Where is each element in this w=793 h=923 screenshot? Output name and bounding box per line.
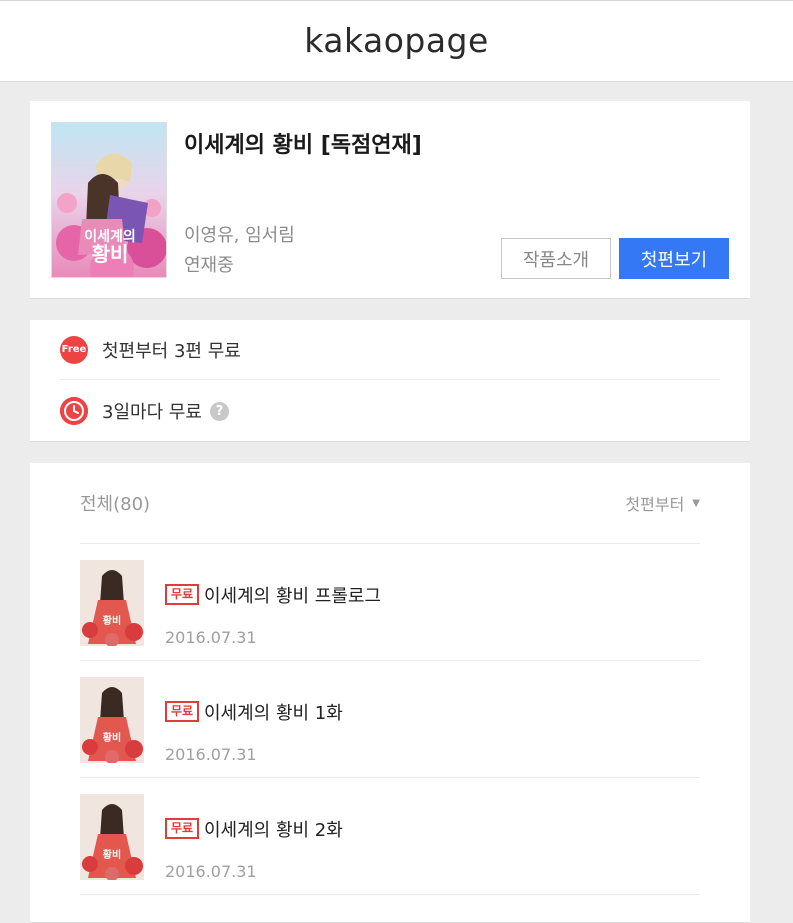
svg-text:황비: 황비 — [103, 848, 121, 861]
episode-title: 이세계의 황비 1화 — [204, 703, 343, 724]
work-title: 이세계의 황비 [독점연재] — [184, 133, 422, 158]
svg-text:황비: 황비 — [92, 242, 129, 266]
first-episode-button[interactable]: 첫편보기 — [619, 238, 729, 279]
work-authors: 이영유, 임서림 — [184, 225, 295, 246]
episode-date: 2016.07.31 — [165, 628, 257, 647]
work-status: 연재중 — [184, 255, 234, 276]
sort-dropdown[interactable]: 첫편부터 ▼ — [625, 491, 700, 515]
episode-list-card: 전체(80) 첫편부터 ▼ 황비 무료 이세계의 황비 프롤로그 2016.07… — [30, 463, 750, 923]
top-header: kakaopage — [0, 0, 793, 82]
episode-thumbnail: 황비 — [80, 560, 144, 646]
episode-item[interactable]: 황비 무료 이세계의 황비 1화 2016.07.31 — [80, 661, 700, 778]
free-info-card: Free 첫편부터 3편 무료 3일마다 무료 ? — [30, 320, 750, 442]
free-episode-badge: 무료 — [165, 584, 200, 605]
sort-label: 첫편부터 — [625, 495, 685, 514]
cover-image[interactable]: 이세계의 황비 — [51, 122, 167, 278]
episode-date: 2016.07.31 — [165, 862, 257, 881]
free-episode-badge: 무료 — [165, 818, 200, 839]
episode-thumbnail: 황비 — [80, 677, 144, 763]
episode-title: 이세계의 황비 프롤로그 — [204, 586, 382, 607]
episode-list-header: 전체(80) 첫편부터 ▼ — [80, 463, 700, 544]
episode-date: 2016.07.31 — [165, 745, 257, 764]
svg-text:황비: 황비 — [103, 614, 121, 627]
free-first-text: 첫편부터 3편 무료 — [102, 340, 241, 362]
caret-down-icon: ▼ — [692, 497, 700, 509]
intro-button[interactable]: 작품소개 — [501, 238, 611, 279]
free-wait-text: 3일마다 무료 — [102, 402, 202, 423]
episode-thumbnail: 황비 — [80, 794, 144, 880]
svg-text:황비: 황비 — [103, 731, 121, 744]
help-icon[interactable]: ? — [209, 401, 229, 421]
free-first-row: Free 첫편부터 3편 무료 — [60, 320, 720, 380]
clock-icon — [60, 397, 88, 425]
work-info-card: 이세계의 황비 이세계의 황비 [독점연재] 이영유, 임서림 연재중 작품소개… — [30, 101, 750, 299]
episode-total: 전체(80) — [80, 494, 151, 515]
free-wait-row: 3일마다 무료 ? — [60, 381, 720, 441]
free-episode-badge: 무료 — [165, 701, 200, 722]
episode-title: 이세계의 황비 2화 — [204, 820, 343, 841]
episode-item[interactable]: 황비 무료 이세계의 황비 프롤로그 2016.07.31 — [80, 544, 700, 661]
kakaopage-logo[interactable]: kakaopage — [304, 21, 489, 60]
free-badge-icon: Free — [60, 335, 88, 364]
episode-item[interactable]: 황비 무료 이세계의 황비 2화 2016.07.31 — [80, 778, 700, 895]
